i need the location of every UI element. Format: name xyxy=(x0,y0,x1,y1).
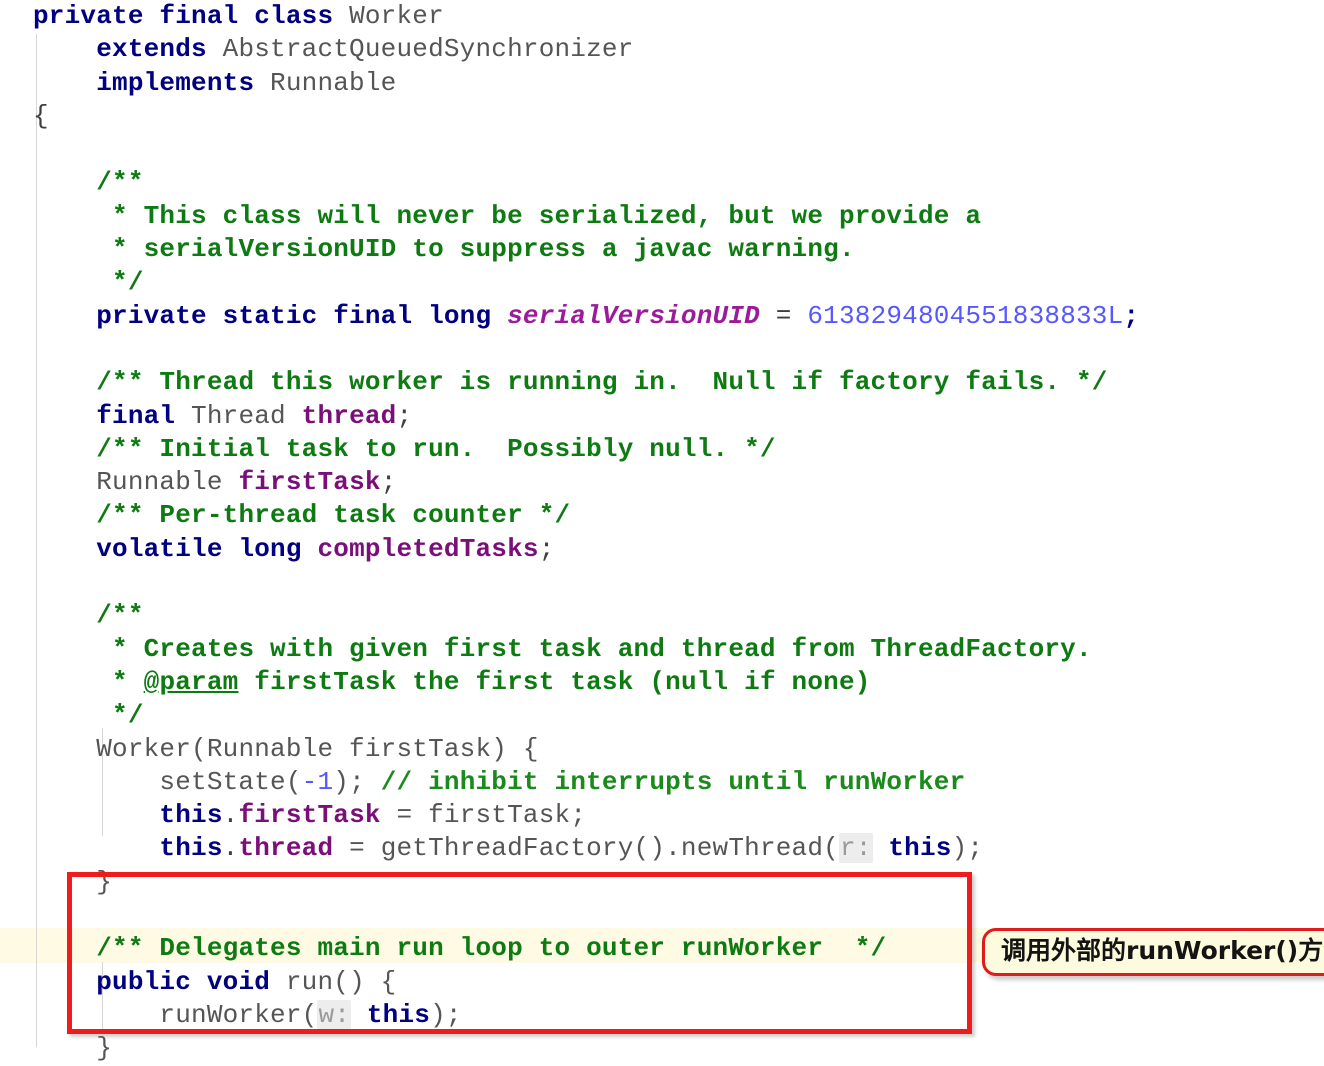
code-line: /** Initial task to run. Possibly null. … xyxy=(0,433,1139,466)
code-token: completedTasks xyxy=(317,533,539,564)
code-editor[interactable]: private final class Worker extends Abstr… xyxy=(0,0,1324,1063)
annotation-callout: 调用外部的runWorker()方法 xyxy=(982,928,1324,976)
code-token: Runnable xyxy=(270,67,397,98)
inlay-hint: w: xyxy=(317,999,352,1030)
code-token: runWorker( xyxy=(159,999,318,1030)
code-token: setState( xyxy=(159,766,302,797)
code-line: * @param firstTask the first task (null … xyxy=(0,666,1139,699)
code-token: /** Delegates main run loop to outer run… xyxy=(96,933,887,964)
code-token: volatile long xyxy=(96,533,318,564)
code-line: /** Delegates main run loop to outer run… xyxy=(0,932,1139,965)
code-line: runWorker(w: this); xyxy=(0,999,1139,1032)
code-line: * serialVersionUID to suppress a javac w… xyxy=(0,233,1139,266)
code-token: ); xyxy=(430,999,462,1030)
inlay-hint: r: xyxy=(838,833,873,864)
code-token: private final class xyxy=(33,1,350,31)
code-token: 6138294804551838833L xyxy=(807,300,1124,331)
code-token: public void xyxy=(96,966,286,997)
code-token: firstTask xyxy=(238,800,381,831)
code-line: /** Thread this worker is running in. Nu… xyxy=(0,366,1139,399)
code-line: /** xyxy=(0,599,1139,632)
code-token: AbstractQueuedSynchronizer xyxy=(222,34,634,65)
code-token: ; xyxy=(538,533,555,564)
code-token: Runnable xyxy=(96,467,239,498)
code-line: { xyxy=(0,100,1139,133)
code-line: } xyxy=(0,866,1139,899)
code-line: implements Runnable xyxy=(0,67,1139,100)
code-line: /** Per-thread task counter */ xyxy=(0,499,1139,532)
code-line: final Thread thread; xyxy=(0,400,1139,433)
code-token: Thread xyxy=(191,400,302,431)
code-token: ); xyxy=(333,766,381,797)
code-token: * Creates with given first task and thre… xyxy=(96,633,1092,664)
code-token: thread xyxy=(238,833,334,864)
code-token: final xyxy=(96,400,192,431)
code-token: // inhibit interrupts until runWorker xyxy=(380,766,966,797)
code-content[interactable]: private final class Worker extends Abstr… xyxy=(0,0,1139,1066)
code-token: implements xyxy=(96,67,271,98)
code-token: . xyxy=(222,833,239,864)
code-line: */ xyxy=(0,699,1139,732)
code-line: */ xyxy=(0,266,1139,299)
code-token: @param xyxy=(143,666,239,697)
code-token: extends xyxy=(96,34,223,65)
code-token: { xyxy=(33,100,49,131)
code-token: private static final long xyxy=(96,300,508,331)
code-line: * Creates with given first task and thre… xyxy=(0,633,1139,666)
code-token: -1 xyxy=(301,766,334,797)
code-token: } xyxy=(96,866,113,897)
code-line: private static final long serialVersionU… xyxy=(0,300,1139,333)
code-token: */ xyxy=(96,700,144,731)
code-token: run() { xyxy=(285,966,397,997)
code-token: /** xyxy=(96,600,144,631)
code-line: this.thread = getThreadFactory().newThre… xyxy=(0,832,1139,865)
code-token: * xyxy=(96,666,144,697)
code-line: public void run() { xyxy=(0,966,1139,999)
code-token: this xyxy=(159,800,223,831)
code-line: private final class Worker xyxy=(0,0,1139,33)
code-line: setState(-1); // inhibit interrupts unti… xyxy=(0,766,1139,799)
code-token: * This class will never be serialized, b… xyxy=(96,200,982,231)
code-token: /** Per-thread task counter */ xyxy=(96,500,571,531)
code-line: extends AbstractQueuedSynchronizer xyxy=(0,33,1139,66)
code-token: serialVersionUID xyxy=(507,300,760,331)
code-token: thread xyxy=(301,400,397,431)
code-line: * This class will never be serialized, b… xyxy=(0,200,1139,233)
code-token: /** Thread this worker is running in. Nu… xyxy=(96,367,1108,398)
code-token: /** Initial task to run. Possibly null. … xyxy=(96,433,776,464)
code-token: firstTask xyxy=(238,467,381,498)
code-token: ; xyxy=(1123,300,1140,331)
code-token: = xyxy=(759,300,808,331)
code-token: = getThreadFactory().newThread( xyxy=(333,833,839,864)
code-line: Runnable firstTask; xyxy=(0,466,1139,499)
code-token: */ xyxy=(96,267,144,298)
code-line: Worker(Runnable firstTask) { xyxy=(0,733,1139,766)
code-line: this.firstTask = firstTask; xyxy=(0,799,1139,832)
code-token: ; xyxy=(396,400,413,431)
code-token: this xyxy=(351,999,431,1030)
code-token: this xyxy=(872,833,952,864)
code-token: /** xyxy=(96,167,144,198)
code-token: Worker xyxy=(349,1,444,31)
code-line: } xyxy=(0,1032,1139,1065)
code-token: ); xyxy=(951,833,984,864)
code-token: firstTask the first task (null if none) xyxy=(238,666,871,697)
code-token: Worker(Runnable firstTask) { xyxy=(96,733,539,764)
code-token: . xyxy=(222,800,239,831)
code-token: this xyxy=(159,833,223,864)
code-line: /** xyxy=(0,166,1139,199)
code-token: = firstTask; xyxy=(380,800,587,831)
code-token: } xyxy=(96,1033,113,1064)
code-token: ; xyxy=(380,467,397,498)
code-token: * serialVersionUID to suppress a javac w… xyxy=(96,234,855,265)
code-line: volatile long completedTasks; xyxy=(0,533,1139,566)
